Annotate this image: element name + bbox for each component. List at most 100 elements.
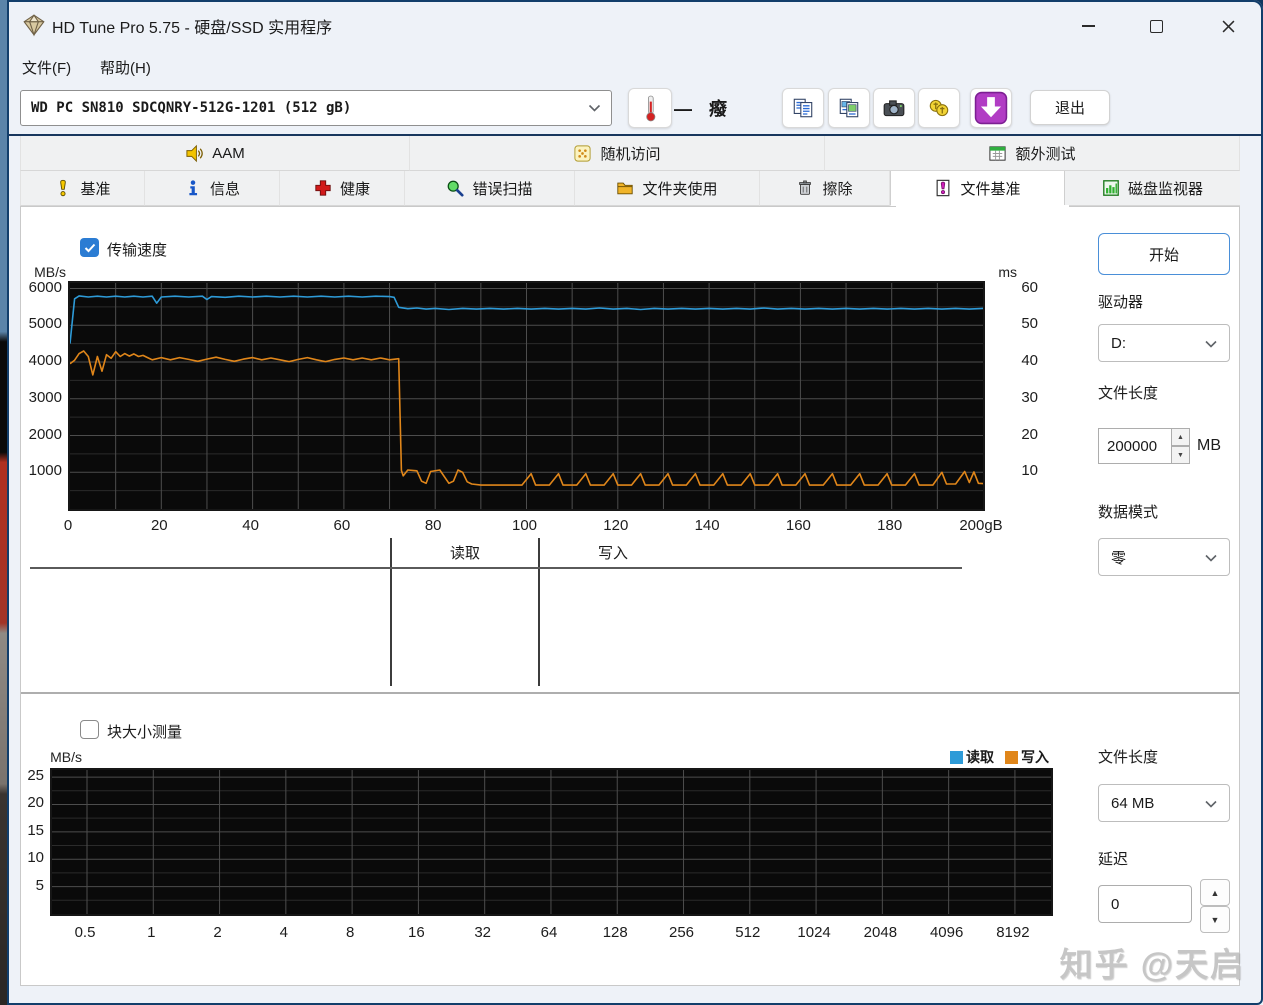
tab-benchmark[interactable]: 基准 bbox=[20, 171, 145, 206]
chart2-xtick: 4 bbox=[279, 924, 288, 941]
menu-help[interactable]: 帮助(H) bbox=[92, 53, 159, 82]
speaker-icon bbox=[186, 144, 204, 162]
legend-read-swatch bbox=[950, 750, 963, 764]
transfer-speed-label: 传输速度 bbox=[107, 242, 168, 259]
delay-spin-up-button[interactable]: ▲ bbox=[1200, 879, 1230, 906]
data-mode-dropdown[interactable]: 零 bbox=[1098, 538, 1230, 576]
file-length-label: 文件长度 bbox=[1098, 385, 1159, 402]
close-icon bbox=[1222, 20, 1234, 32]
tab-label: 文件基准 bbox=[960, 180, 1021, 198]
active-tab-connector bbox=[896, 205, 1069, 207]
chart1-ytick-right: 50 bbox=[1021, 315, 1038, 333]
chart2-xtick: 128 bbox=[602, 924, 628, 941]
table-col-write: 写入 bbox=[597, 545, 628, 562]
tab-file-benchmark[interactable]: 文件基准 bbox=[890, 171, 1065, 206]
chart1-ytick-left: 4000 bbox=[28, 352, 62, 369]
delay-input[interactable]: 0 bbox=[1098, 885, 1192, 923]
chevron-down-icon bbox=[578, 99, 611, 117]
file-length2-dropdown[interactable]: 64 MB bbox=[1098, 784, 1230, 822]
tab-health[interactable]: 健康 bbox=[280, 171, 405, 206]
chart2-ytick: 25 bbox=[27, 767, 44, 785]
copy-image-button[interactable] bbox=[828, 88, 870, 128]
tab-random-access[interactable]: 随机访问 bbox=[410, 136, 825, 171]
chart1-ytick-left: 3000 bbox=[28, 388, 62, 406]
chevron-down-icon bbox=[1205, 795, 1229, 812]
chart1-xtick: 120 bbox=[603, 517, 629, 534]
chart1-ytick-left: 2000 bbox=[28, 425, 62, 443]
chart2-xtick: 0.5 bbox=[74, 924, 96, 941]
maximize-button[interactable] bbox=[1137, 10, 1175, 42]
tab-label: 文件夹使用 bbox=[642, 180, 718, 198]
check-icon bbox=[84, 243, 95, 252]
spin-up-button[interactable]: ▲ bbox=[1171, 428, 1190, 446]
donate-button[interactable] bbox=[918, 88, 960, 128]
folder-icon bbox=[617, 182, 634, 195]
legend-read-label: 读取 bbox=[966, 749, 994, 765]
menu-file[interactable]: 文件(F) bbox=[14, 53, 79, 82]
thermometer-icon bbox=[646, 95, 656, 122]
file-length-unit: MB bbox=[1197, 437, 1221, 454]
transfer-speed-checkbox[interactable] bbox=[80, 238, 99, 257]
chart2-y-unit: MB/s bbox=[50, 749, 82, 765]
chart1-xtick: 200gB bbox=[959, 517, 1003, 534]
minimize-icon bbox=[1081, 25, 1095, 27]
tab-extra-tests[interactable]: 额外测试 bbox=[825, 136, 1240, 171]
drive-dropdown-value: D: bbox=[1111, 334, 1126, 352]
tab-label: 错误扫描 bbox=[472, 180, 533, 198]
chart1-xtick: 40 bbox=[242, 517, 259, 534]
exit-button[interactable]: 退出 bbox=[1030, 90, 1110, 125]
chart1-xtick: 140 bbox=[694, 517, 720, 534]
copy-text-button[interactable] bbox=[782, 88, 824, 128]
chart1-ytick-left: 6000 bbox=[28, 278, 62, 296]
screenshot-button[interactable] bbox=[873, 88, 915, 128]
chart1-ytick-right: 60 bbox=[1021, 278, 1038, 296]
chart1-xtick: 0 bbox=[63, 517, 73, 534]
chart1-xtick: 80 bbox=[424, 517, 442, 534]
temperature-button[interactable] bbox=[628, 88, 672, 128]
tab-disk-monitor[interactable]: 磁盘监视器 bbox=[1065, 171, 1240, 206]
close-button[interactable] bbox=[1209, 10, 1247, 42]
maximize-icon bbox=[1149, 19, 1163, 33]
tab-aam[interactable]: AAM bbox=[20, 136, 410, 171]
tab-folder-usage[interactable]: 文件夹使用 bbox=[575, 171, 760, 206]
watermark: 知乎 @天启 bbox=[1059, 946, 1245, 983]
chart2-xtick: 1 bbox=[147, 924, 156, 941]
drive-select[interactable]: WD PC SN810 SDCQNRY-512G-1201 (512 gB) bbox=[20, 90, 612, 126]
tab-error-scan[interactable]: 错误扫描 bbox=[405, 171, 575, 206]
camera-icon bbox=[883, 100, 905, 117]
minimize-button[interactable] bbox=[1069, 10, 1107, 42]
block-size-chart bbox=[50, 768, 1053, 916]
chart1-xtick: 60 bbox=[333, 517, 351, 534]
tab-label: 随机访问 bbox=[600, 145, 661, 163]
tab-erase[interactable]: 擦除 bbox=[760, 171, 890, 206]
spin-down-button[interactable]: ▼ bbox=[1171, 446, 1190, 464]
delay-spin-down-button[interactable]: ▼ bbox=[1200, 906, 1230, 933]
file-length-spinner: ▲ ▼ bbox=[1171, 428, 1190, 464]
coins-icon bbox=[929, 99, 949, 117]
file-length2-label: 文件长度 bbox=[1098, 749, 1159, 766]
info-icon bbox=[189, 180, 198, 196]
section-divider bbox=[21, 692, 1239, 694]
chart2-ytick: 10 bbox=[27, 849, 44, 867]
window-title: HD Tune Pro 5.75 - 硬盘/SSD 实用程序 bbox=[52, 20, 333, 37]
file-length-input[interactable]: 200000 bbox=[1098, 428, 1172, 464]
health-cross-icon bbox=[315, 180, 331, 196]
start-button[interactable]: 开始 bbox=[1098, 233, 1230, 275]
trash-icon bbox=[799, 180, 812, 195]
download-arrow-icon bbox=[974, 91, 1008, 125]
tab-label: 信息 bbox=[209, 180, 240, 198]
drive-dropdown[interactable]: D: bbox=[1098, 324, 1230, 362]
disk-monitor-icon bbox=[1103, 180, 1119, 196]
magnifier-icon bbox=[448, 180, 465, 197]
chart2-xtick: 512 bbox=[735, 924, 761, 941]
chart2-ytick: 15 bbox=[27, 821, 44, 839]
tab-info[interactable]: 信息 bbox=[145, 171, 280, 206]
block-size-checkbox[interactable] bbox=[80, 720, 99, 739]
chart1-ytick-left: 5000 bbox=[28, 315, 62, 333]
drive-label: 驱动器 bbox=[1098, 294, 1144, 311]
data-mode-value: 零 bbox=[1111, 549, 1127, 567]
file-length2-value: 64 MB bbox=[1111, 794, 1155, 812]
chart1-ytick-right: 10 bbox=[1021, 462, 1038, 480]
tab-label: 基准 bbox=[80, 180, 111, 198]
save-results-button[interactable] bbox=[970, 88, 1012, 128]
